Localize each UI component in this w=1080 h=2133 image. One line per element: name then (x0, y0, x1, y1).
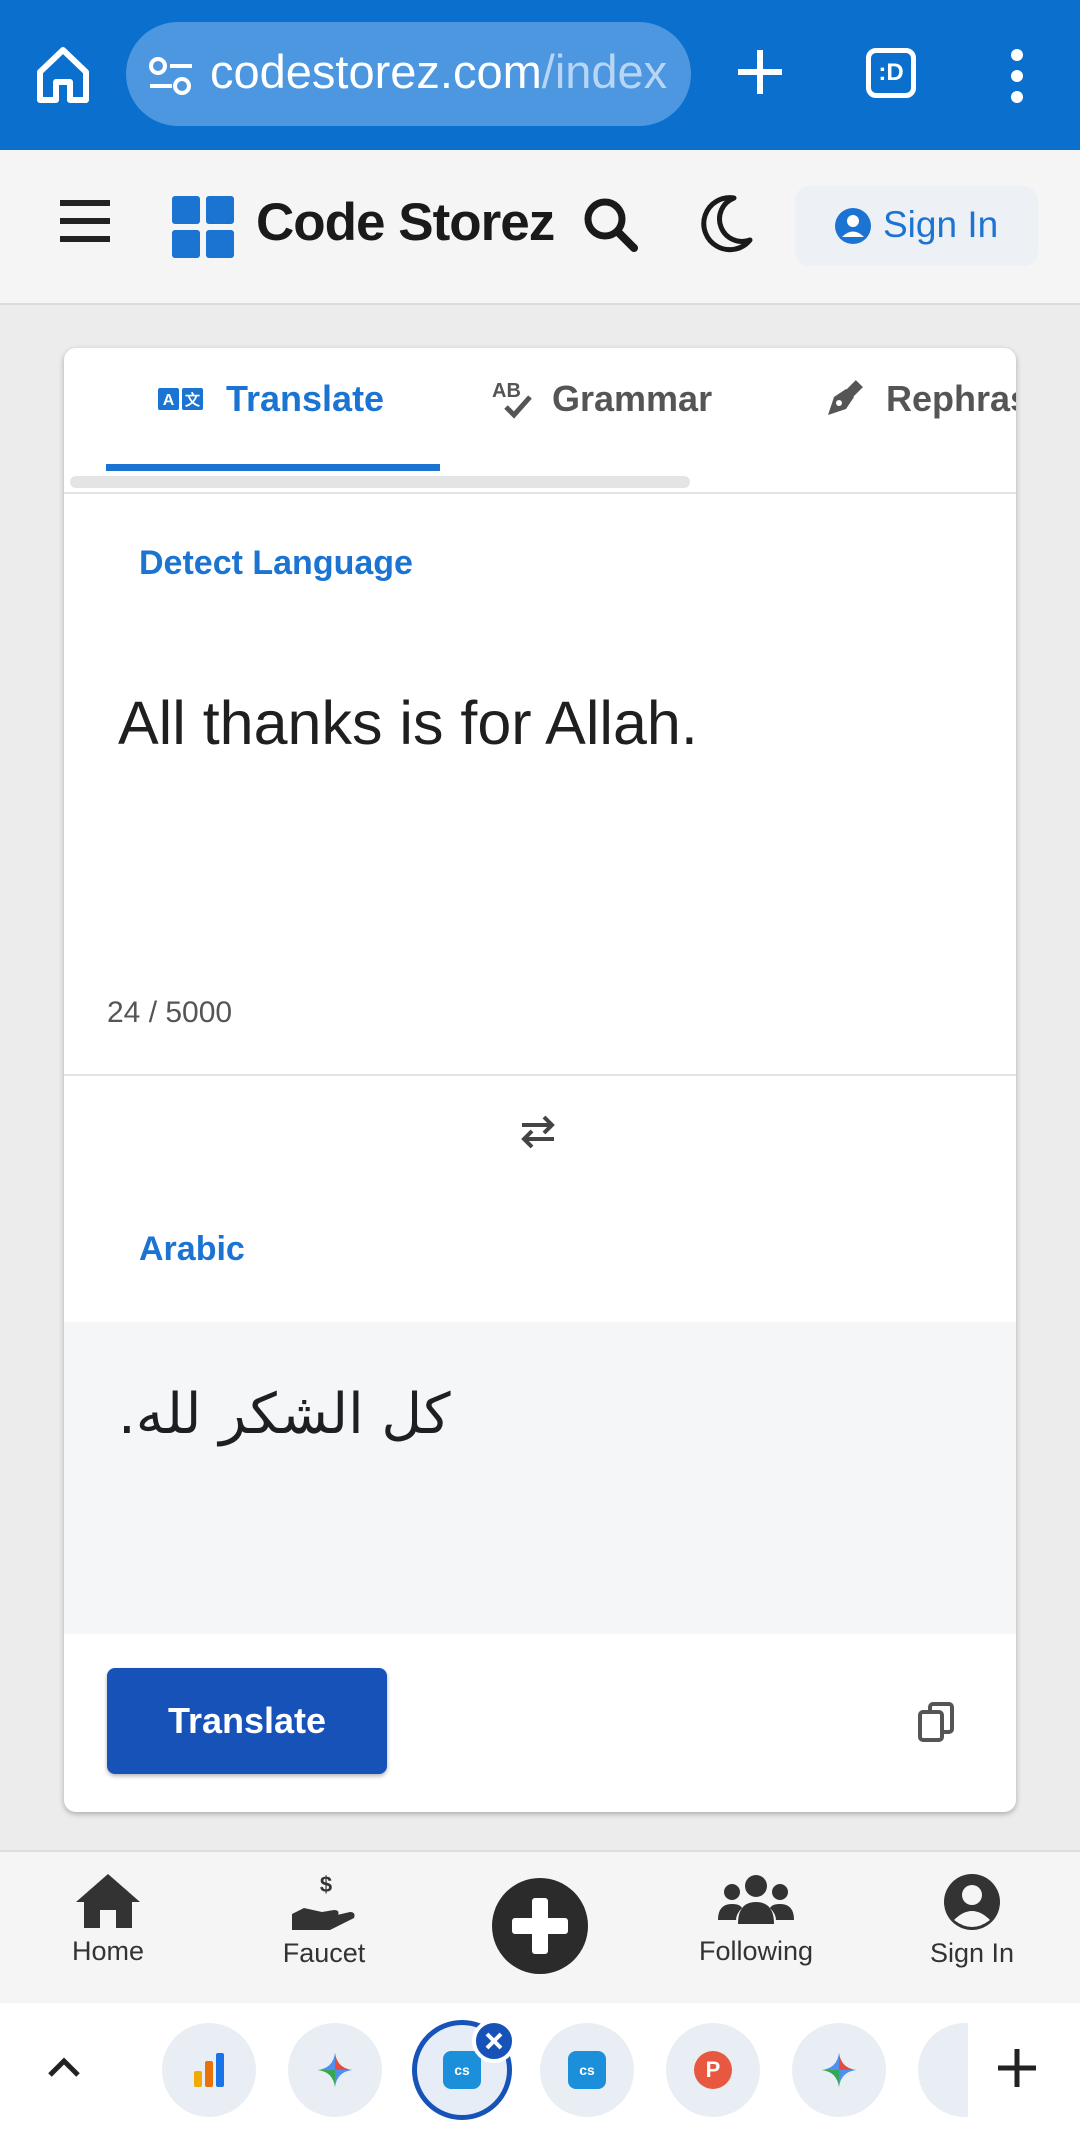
tab-rephrase[interactable]: Rephras (824, 378, 1016, 448)
swap-languages-icon[interactable] (518, 1112, 558, 1152)
brand-name[interactable]: Code Storez (256, 192, 555, 253)
url-text: codestorez.com/index (210, 45, 668, 98)
new-tab-icon[interactable] (736, 48, 784, 96)
nav-sign-in[interactable]: Sign In (882, 1872, 1062, 1969)
tab-thumbnail-codestorez[interactable]: cs (540, 2023, 634, 2117)
tab-grammar[interactable]: AB Grammar (492, 378, 712, 448)
menu-icon[interactable] (60, 200, 110, 242)
translate-button[interactable]: Translate (107, 1668, 387, 1774)
spellcheck-icon: AB (492, 380, 532, 419)
close-tab-button[interactable] (472, 2019, 516, 2063)
translate-icon: A 文 (158, 388, 203, 410)
dark-mode-icon[interactable] (700, 194, 754, 254)
user-circle-icon (944, 1874, 1000, 1930)
translation-output: كل الشكر لله. (64, 1322, 1016, 1634)
home-icon[interactable] (36, 44, 90, 106)
close-icon (485, 2032, 503, 2050)
browser-tab-strip: cs cs P (0, 2003, 1080, 2133)
translator-card: A 文 Translate AB Grammar Rephras Detect … (64, 348, 1016, 1812)
address-bar[interactable]: codestorez.com/index (126, 22, 691, 126)
site-header: Code Storez Sign In (0, 150, 1080, 305)
chevron-up-icon[interactable] (44, 2047, 84, 2087)
nav-following[interactable]: Following (666, 1872, 846, 1967)
codestorez-favicon: cs (568, 2051, 606, 2089)
tab-thumbnail-gemini[interactable] (288, 2023, 382, 2117)
sparkle-icon (822, 2053, 856, 2087)
svg-text:文: 文 (185, 391, 201, 409)
site-settings-icon[interactable] (148, 56, 194, 96)
tab-thumbnail-p[interactable]: P (666, 2023, 760, 2117)
tab-switcher-button[interactable]: :D (866, 48, 916, 98)
more-menu-icon[interactable] (1004, 48, 1030, 104)
tabs-scrollbar[interactable] (70, 476, 690, 488)
nav-faucet[interactable]: $ Faucet (234, 1872, 414, 1969)
translation-result-text: كل الشكر لله. (118, 1382, 451, 1447)
tab-translate[interactable]: A 文 Translate (158, 378, 384, 448)
add-circle-icon (512, 1898, 568, 1954)
logo-icon[interactable] (172, 196, 234, 258)
faucet-icon: $ (292, 1872, 355, 1930)
sign-in-label: Sign In (883, 204, 999, 245)
search-icon[interactable] (582, 196, 638, 252)
character-count: 24 / 5000 (107, 996, 233, 1029)
tab-thumbnail-gemini-2[interactable] (792, 2023, 886, 2117)
copy-icon[interactable] (918, 1702, 954, 1742)
user-icon (835, 208, 871, 244)
svg-text:AB: AB (492, 380, 521, 402)
sparkle-icon (318, 2053, 352, 2087)
bottom-nav: Home $ Faucet Following Sign In (0, 1850, 1080, 2003)
home-icon (76, 1874, 140, 1928)
p-favicon: P (694, 2051, 732, 2089)
analytics-icon (194, 2053, 224, 2087)
add-post-button[interactable] (492, 1878, 588, 1974)
tab-thumbnail-analytics[interactable] (162, 2023, 256, 2117)
source-language-select[interactable]: Detect Language (139, 544, 413, 583)
target-language-select[interactable]: Arabic (139, 1230, 245, 1269)
divider (64, 1074, 1016, 1076)
tool-tabs: A 文 Translate AB Grammar Rephras (64, 348, 1016, 494)
source-text-input[interactable]: All thanks is for Allah. (118, 688, 698, 758)
add-tab-icon[interactable] (996, 2047, 1038, 2089)
nav-home[interactable]: Home (18, 1872, 198, 1967)
users-icon (718, 1875, 794, 1924)
browser-toolbar: codestorez.com/index :D (0, 0, 1080, 150)
tab-thumbnail-partial[interactable] (918, 2023, 968, 2117)
svg-text:A: A (163, 392, 175, 409)
active-tab-indicator (106, 464, 440, 471)
sign-in-button[interactable]: Sign In (795, 186, 1038, 266)
pen-nib-icon (828, 380, 863, 415)
svg-text:$: $ (320, 1872, 332, 1897)
